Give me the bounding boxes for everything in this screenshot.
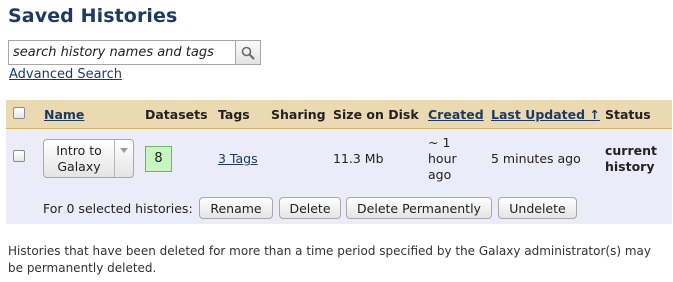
- deletion-footnote: Histories that have been deleted for mor…: [8, 244, 651, 275]
- history-name-menu-button[interactable]: Intro to Galaxy: [43, 139, 134, 178]
- search-icon: [241, 46, 255, 59]
- row-select-checkbox[interactable]: [13, 150, 25, 162]
- column-header-datasets: Datasets: [145, 107, 208, 122]
- tags-link[interactable]: 3 Tags: [218, 151, 258, 166]
- grid-header: Name Datasets Tags Sharing Size on Disk …: [6, 100, 672, 129]
- column-header-status: Status: [605, 107, 651, 122]
- datasets-count-badge[interactable]: 8: [145, 146, 172, 172]
- delete-button[interactable]: Delete: [279, 197, 341, 219]
- created-time: ~ 1 hour ago: [428, 135, 457, 182]
- history-name: Intro to Galaxy: [56, 143, 102, 174]
- column-header-last-updated[interactable]: Last Updated ↑: [491, 107, 600, 122]
- size-on-disk: 11.3 Mb: [333, 151, 384, 166]
- status-text: current history: [605, 143, 657, 174]
- rename-button[interactable]: Rename: [199, 197, 273, 219]
- column-header-created[interactable]: Created: [428, 107, 484, 122]
- column-header-name[interactable]: Name: [44, 107, 84, 122]
- bulk-operations-bar: For 0 selected histories: Rename Delete …: [6, 192, 672, 224]
- page-title: Saved Histories: [8, 5, 178, 27]
- saved-histories-page: Saved Histories Advanced Search Name Dat…: [0, 0, 673, 282]
- undelete-button[interactable]: Undelete: [498, 197, 577, 219]
- search-button[interactable]: [235, 41, 260, 64]
- search-input[interactable]: [9, 41, 235, 64]
- advanced-search-link[interactable]: Advanced Search: [9, 67, 122, 82]
- column-header-sharing: Sharing: [271, 107, 326, 122]
- chevron-down-icon[interactable]: [120, 148, 128, 153]
- last-updated-time: 5 minutes ago: [491, 151, 581, 166]
- split-divider: [114, 140, 115, 177]
- histories-grid: Name Datasets Tags Sharing Size on Disk …: [6, 100, 672, 224]
- delete-permanently-button[interactable]: Delete Permanently: [346, 197, 492, 219]
- select-all-checkbox[interactable]: [13, 107, 25, 119]
- column-header-size: Size on Disk: [333, 107, 419, 122]
- column-header-tags: Tags: [218, 107, 250, 122]
- bulk-operations-label: For 0 selected histories:: [43, 201, 193, 216]
- search-box: [8, 40, 261, 65]
